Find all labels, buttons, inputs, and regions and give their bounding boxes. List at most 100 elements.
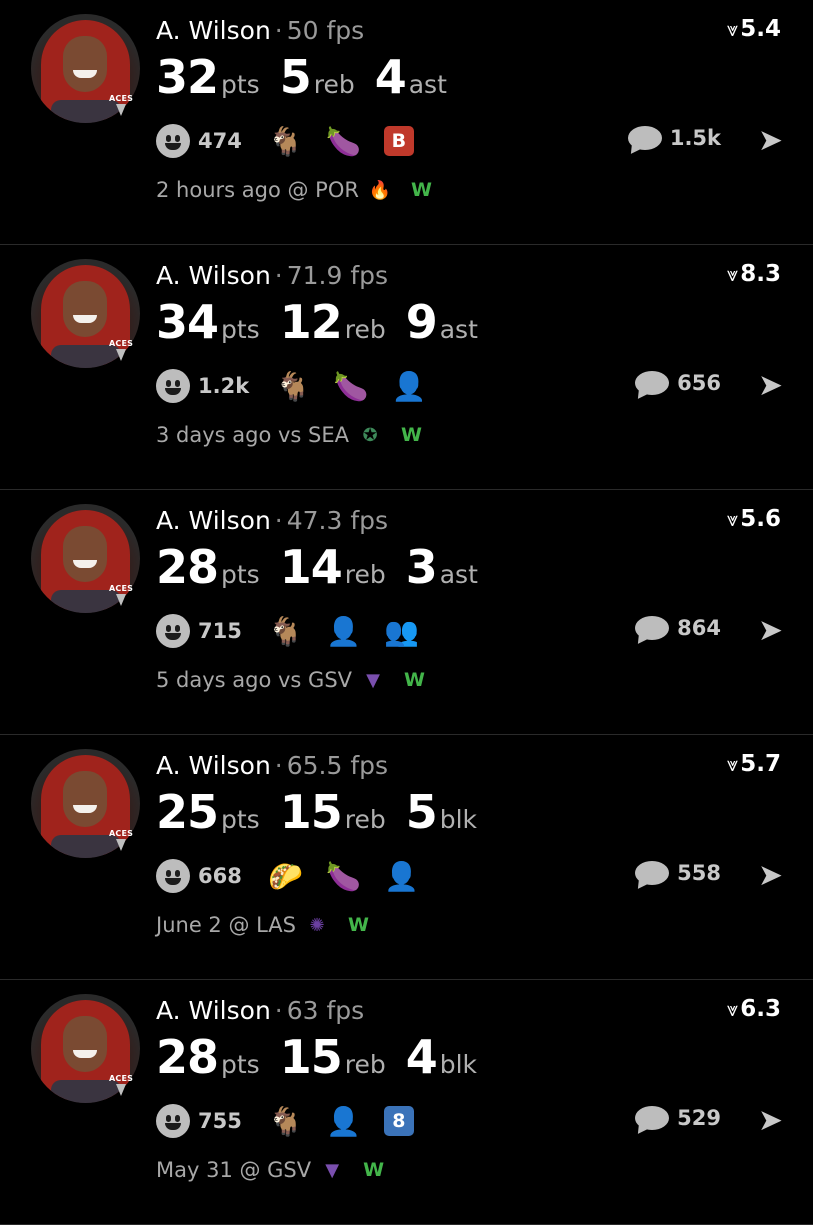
eggplant-icon[interactable]: 🍆 (326, 125, 362, 158)
stat-reb: 12 reb (280, 295, 386, 349)
face-icon[interactable]: 👤 (326, 615, 362, 648)
face-icon[interactable]: 👤 (391, 370, 427, 403)
share-send-icon[interactable]: ➤ (758, 371, 783, 401)
player-name[interactable]: A. Wilson (156, 261, 271, 290)
stat-value: 15 (279, 1030, 343, 1084)
comment-bubble-icon (635, 616, 670, 640)
game-meta: 2 hours ago @ POR 🔥 W (156, 177, 432, 203)
rating-icon: ⩔ (726, 507, 739, 531)
game-result: W (348, 914, 369, 936)
stat-reb: 14 reb (280, 540, 386, 594)
post-card[interactable]: ACES A. Wilson · 50 fps ⩔5.4 32 pts 5 reb 4 ast… (0, 0, 813, 245)
post-card[interactable]: ACES A. Wilson · 71.9 fps ⩔8.3 34 pts 12 reb 9… (0, 245, 813, 490)
eggplant-icon[interactable]: 🍆 (333, 370, 369, 403)
score-rating: ⩔6.3 (727, 996, 781, 1022)
post-header: A. Wilson · 71.9 fps (156, 261, 388, 290)
goat-icon[interactable]: 🐐 (275, 370, 311, 403)
player-name[interactable]: A. Wilson (156, 996, 271, 1025)
eight-square-icon[interactable]: 8 (383, 1106, 414, 1136)
post-header: A. Wilson · 47.3 fps (156, 506, 388, 535)
comments-button[interactable]: 558 (635, 861, 721, 885)
comments-button[interactable]: 656 (635, 371, 721, 395)
stat-unit: blk (439, 1050, 478, 1079)
stat-pts: 34 pts (156, 295, 260, 349)
eggplant-icon[interactable]: 🍆 (326, 860, 362, 893)
smiley-reaction-icon[interactable] (156, 369, 190, 403)
comments-button[interactable]: 864 (635, 616, 721, 640)
comment-count: 1.5k (669, 126, 721, 150)
share-send-icon[interactable]: ➤ (758, 861, 783, 891)
stat-ast: 3 ast (406, 540, 478, 594)
team-badge-icon: ACES (109, 584, 133, 606)
stat-unit: reb (344, 560, 386, 589)
score-value: 5.4 (740, 16, 781, 42)
stat-value: 28 (156, 1030, 219, 1084)
separator: · (274, 751, 283, 780)
taco-icon[interactable]: 🌮 (268, 860, 304, 893)
sparks-logo-icon: ✺ (309, 914, 325, 936)
posts-feed: ACES A. Wilson · 50 fps ⩔5.4 32 pts 5 reb 4 ast… (0, 0, 813, 1225)
score-value: 5.6 (740, 506, 781, 532)
fps-value: 50 fps (286, 16, 365, 45)
valkyries-logo-icon: ▼ (366, 669, 380, 691)
rating-icon: ⩔ (726, 17, 739, 41)
smiley-reaction-icon[interactable] (156, 124, 190, 158)
post-card[interactable]: ACES A. Wilson · 65.5 fps ⩔5.7 25 pts 15 reb 5… (0, 735, 813, 980)
stat-unit: pts (221, 1050, 260, 1079)
game-time-opponent: 5 days ago vs GSV (156, 668, 353, 692)
comment-count: 656 (677, 371, 721, 395)
face-icon[interactable]: 👤 (384, 860, 420, 893)
team-badge-icon: ACES (109, 339, 133, 361)
stat-line: 34 pts 12 reb 9 ast (156, 295, 498, 349)
comments-button[interactable]: 1.5k (627, 126, 721, 150)
stat-pts: 28 pts (156, 540, 260, 594)
smiley-reaction-icon[interactable] (156, 1104, 190, 1138)
b-square-icon[interactable]: B (383, 126, 414, 156)
smiley-reaction-icon[interactable] (156, 859, 190, 893)
player-name[interactable]: A. Wilson (156, 16, 271, 45)
stat-value: 34 (156, 295, 219, 349)
stat-unit: pts (221, 315, 260, 344)
stat-reb: 15 reb (280, 1030, 386, 1084)
share-send-icon[interactable]: ➤ (758, 1106, 783, 1136)
share-send-icon[interactable]: ➤ (758, 126, 783, 156)
player-name[interactable]: A. Wilson (156, 506, 271, 535)
post-card[interactable]: ACES A. Wilson · 47.3 fps ⩔5.6 28 pts 14 reb 3… (0, 490, 813, 735)
stat-value: 28 (156, 540, 219, 594)
goat-icon[interactable]: 🐐 (268, 615, 304, 648)
share-send-icon[interactable]: ➤ (758, 616, 783, 646)
reaction-count: 1.2k (198, 374, 250, 398)
smiley-reaction-icon[interactable] (156, 614, 190, 648)
post-card[interactable]: ACES A. Wilson · 63 fps ⩔6.3 28 pts 15 reb 4 bl… (0, 980, 813, 1225)
fps-value: 47.3 fps (286, 506, 389, 535)
stat-line: 28 pts 14 reb 3 ast (156, 540, 498, 594)
stat-value: 3 (405, 540, 438, 594)
game-time-opponent: 3 days ago vs SEA (156, 423, 350, 447)
score-rating: ⩔5.6 (727, 506, 781, 532)
comment-count: 558 (677, 861, 721, 885)
stat-unit: reb (313, 70, 355, 99)
player-name[interactable]: A. Wilson (156, 751, 271, 780)
comment-bubble-icon (635, 1106, 670, 1130)
separator: · (274, 261, 283, 290)
reaction-count: 715 (198, 619, 242, 643)
game-meta: May 31 @ GSV ▼ W (156, 1157, 384, 1183)
post-header: A. Wilson · 50 fps (156, 16, 364, 45)
game-time-opponent: 2 hours ago @ POR (156, 178, 359, 202)
face-icon[interactable]: 👤 (326, 1105, 362, 1138)
reactions-row: 474 🐐 🍆 B (156, 124, 414, 158)
stat-value: 4 (374, 50, 407, 104)
comments-button[interactable]: 529 (635, 1106, 721, 1130)
fps-value: 71.9 fps (286, 261, 389, 290)
people-icon[interactable]: 👥 (384, 615, 420, 648)
goat-icon[interactable]: 🐐 (268, 1105, 304, 1138)
stat-pts: 25 pts (156, 785, 260, 839)
reactions-row: 668 🌮 🍆 👤 (156, 859, 442, 893)
stat-value: 32 (156, 50, 219, 104)
team-badge-icon: ACES (109, 94, 133, 116)
stat-value: 9 (405, 295, 438, 349)
score-rating: ⩔8.3 (727, 261, 781, 287)
score-value: 5.7 (740, 751, 781, 777)
goat-icon[interactable]: 🐐 (268, 125, 304, 158)
post-header: A. Wilson · 65.5 fps (156, 751, 388, 780)
